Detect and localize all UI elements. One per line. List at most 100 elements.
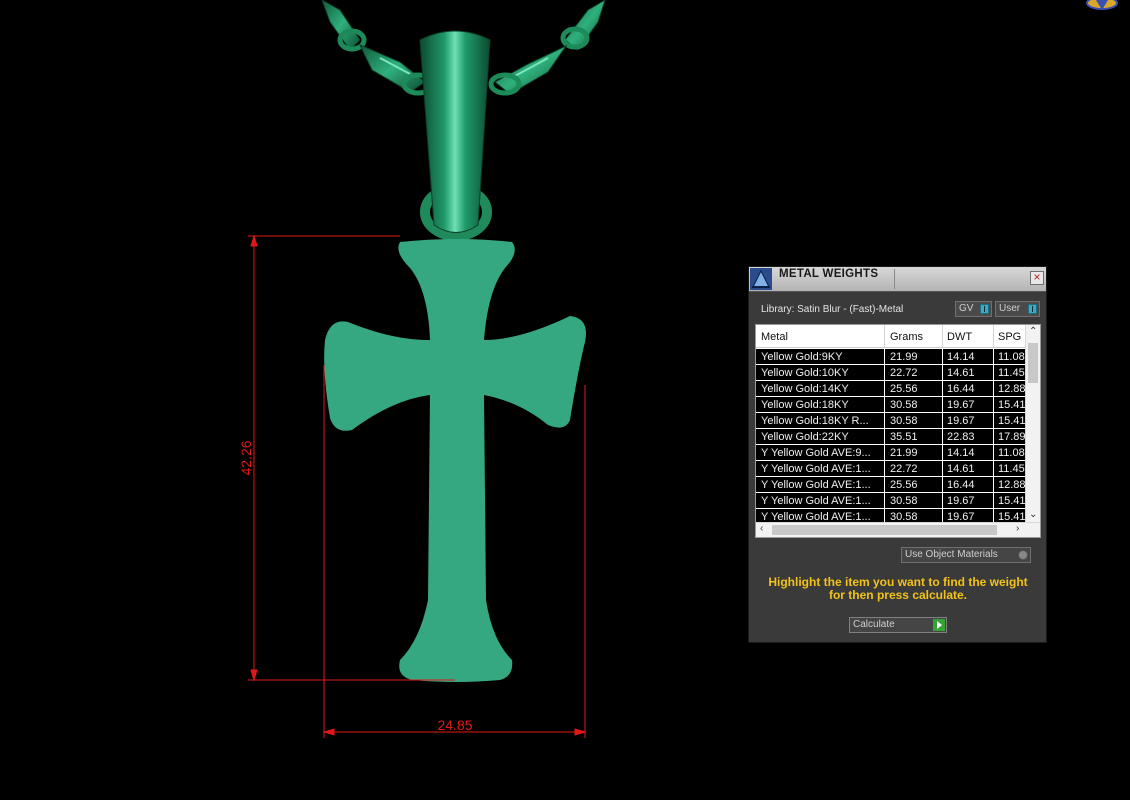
cell-divider [993, 397, 994, 413]
table-cell: Yellow Gold:14KY [761, 383, 849, 395]
table-cell: 11.08 [998, 447, 1025, 459]
cell-divider [884, 429, 885, 445]
metal-table: Metal Grams DWT SPG Yellow Gold:9KY 21.99… [755, 324, 1041, 538]
cell-divider [884, 413, 885, 429]
table-cell: 15.41 [998, 415, 1026, 427]
cell-divider [884, 365, 885, 381]
table-cell: 12.88 [998, 383, 1026, 395]
gv-toggle[interactable]: GV [955, 301, 992, 317]
height-dimension-label: 42.26 [238, 440, 254, 475]
gv-toggle-label: GV [959, 303, 974, 314]
cell-divider [942, 477, 943, 493]
user-toggle[interactable]: User [995, 301, 1040, 317]
column-header-grams[interactable]: Grams [890, 331, 923, 343]
table-cell: 12.88 [998, 479, 1026, 491]
table-cell: Yellow Gold:22KY [761, 431, 849, 443]
column-header-dwt[interactable]: DWT [947, 331, 972, 343]
vertical-scrollbar[interactable]: ⌃ ⌄ [1025, 325, 1040, 523]
table-cell: 16.44 [947, 383, 975, 395]
table-cell: 25.56 [890, 383, 918, 395]
title-divider [894, 269, 895, 289]
cell-divider [884, 493, 885, 509]
scroll-down-icon[interactable]: ⌄ [1029, 509, 1037, 520]
cell-divider [993, 349, 994, 365]
cell-divider [942, 365, 943, 381]
column-header-spg[interactable]: SPG [998, 331, 1021, 343]
table-cell: 14.14 [947, 447, 975, 459]
cell-divider [884, 349, 885, 365]
cell-divider [993, 429, 994, 445]
table-cell: 11.08 [998, 351, 1025, 363]
cell-divider [993, 381, 994, 397]
user-toggle-label: User [999, 303, 1021, 314]
cell-divider [884, 397, 885, 413]
instruction-text: Highlight the item you want to find the … [768, 575, 1028, 602]
table-cell: 25.56 [890, 479, 918, 491]
calculate-label: Calculate [853, 619, 895, 630]
table-cell: 21.99 [890, 447, 918, 459]
horizontal-scroll-thumb[interactable] [772, 525, 997, 535]
toggle-knob-icon [980, 304, 989, 314]
table-cell: 14.61 [947, 367, 975, 379]
cell-divider [884, 477, 885, 493]
table-row[interactable]: Yellow Gold:14KY 25.56 16.44 12.88 [756, 381, 1026, 397]
cell-divider [942, 493, 943, 509]
table-header: Metal Grams DWT SPG [756, 325, 1026, 348]
cell-divider [942, 429, 943, 445]
scroll-left-icon[interactable]: ‹ [760, 523, 763, 534]
table-row[interactable]: Yellow Gold:10KY 22.72 14.61 11.45 [756, 365, 1026, 381]
panel-title: METAL WEIGHTS [779, 268, 879, 280]
toggle-knob-icon [1028, 304, 1037, 314]
cell-divider [942, 349, 943, 365]
table-body: Yellow Gold:9KY 21.99 14.14 11.08 Yellow Gol… [756, 349, 1026, 525]
cell-divider [993, 413, 994, 429]
table-cell: 15.41 [998, 495, 1026, 507]
use-object-materials-label: Use Object Materials [905, 549, 998, 560]
table-cell: 19.67 [947, 495, 975, 507]
cross-pendant [324, 239, 586, 682]
column-header-metal[interactable]: Metal [761, 331, 788, 343]
cell-divider [942, 381, 943, 397]
cell-divider [942, 445, 943, 461]
table-cell: Yellow Gold:18KY [761, 399, 849, 411]
vertical-scroll-thumb[interactable] [1028, 343, 1038, 383]
calculate-button[interactable]: Calculate [849, 617, 947, 633]
table-row[interactable]: Y Yellow Gold AVE:9... 21.99 14.14 11.08 [756, 445, 1026, 461]
table-cell: Y Yellow Gold AVE:1... [761, 495, 871, 507]
table-row[interactable]: Yellow Gold:9KY 21.99 14.14 11.08 [756, 349, 1026, 365]
metal-weights-panel: METAL WEIGHTS × Library: Satin Blur - (F… [748, 266, 1047, 643]
table-row[interactable]: Y Yellow Gold AVE:1... 25.56 16.44 12.88 [756, 477, 1026, 493]
table-cell: 16.44 [947, 479, 975, 491]
table-row[interactable]: Y Yellow Gold AVE:1... 22.72 14.61 11.45 [756, 461, 1026, 477]
table-cell: 14.14 [947, 351, 975, 363]
table-cell: 17.89 [998, 431, 1026, 443]
use-object-materials-toggle[interactable]: Use Object Materials [901, 547, 1031, 563]
table-cell: 21.99 [890, 351, 918, 363]
cell-divider [993, 365, 994, 381]
cell-divider [884, 381, 885, 397]
table-row[interactable]: Yellow Gold:18KY R... 30.58 19.67 15.41 [756, 413, 1026, 429]
cell-divider [942, 397, 943, 413]
horizontal-scrollbar[interactable]: ‹ › [756, 522, 1040, 537]
play-arrow-icon [933, 619, 945, 631]
column-divider [993, 325, 994, 347]
cell-divider [993, 493, 994, 509]
table-cell: 30.58 [890, 495, 918, 507]
table-cell: Y Yellow Gold AVE:9... [761, 447, 871, 459]
close-button[interactable]: × [1030, 271, 1044, 285]
cell-divider [942, 413, 943, 429]
table-row[interactable]: Yellow Gold:22KY 35.51 22.83 17.89 [756, 429, 1026, 445]
table-cell: Yellow Gold:9KY [761, 351, 843, 363]
cell-divider [993, 477, 994, 493]
table-cell: 14.61 [947, 463, 975, 475]
table-row[interactable]: Yellow Gold:18KY 30.58 19.67 15.41 [756, 397, 1026, 413]
scroll-right-icon[interactable]: › [1016, 523, 1019, 534]
panel-titlebar[interactable]: METAL WEIGHTS × [749, 267, 1046, 292]
table-cell: 19.67 [947, 399, 975, 411]
table-row[interactable]: Y Yellow Gold AVE:1... 30.58 19.67 15.41 [756, 493, 1026, 509]
table-cell: 22.72 [890, 463, 918, 475]
table-cell: 22.83 [947, 431, 975, 443]
table-cell: 15.41 [998, 399, 1026, 411]
scroll-up-icon[interactable]: ⌃ [1029, 326, 1037, 337]
cell-divider [884, 461, 885, 477]
